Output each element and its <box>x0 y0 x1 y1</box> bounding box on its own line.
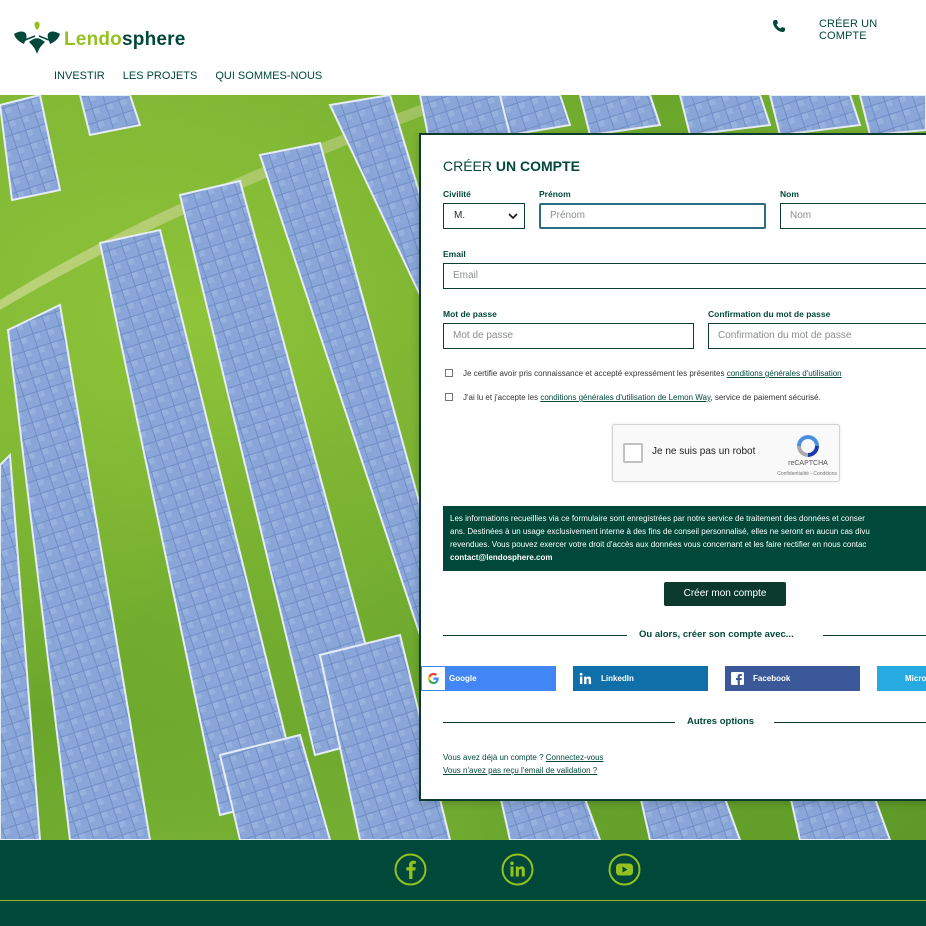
header-create-account-link[interactable]: CRÉER UN COMPTE <box>819 18 926 42</box>
recaptcha-terms-link[interactable]: Confidentialité - Conditions <box>753 471 837 477</box>
privacy-notice-line-3: revendues. Vous pouvez exercer votre dro… <box>450 540 867 549</box>
nav-item-investir[interactable]: INVESTIR <box>54 70 105 82</box>
divider-left <box>443 635 627 636</box>
password-label: Mot de passe <box>443 309 497 319</box>
lemonway-checkbox[interactable] <box>445 393 453 401</box>
nav-item-qui-sommes-nous[interactable]: QUI SOMMES-NOUS <box>215 70 322 82</box>
divider-right-2 <box>774 722 926 723</box>
contact-email[interactable]: contact@lendosphere.com <box>450 553 553 562</box>
privacy-notice-line-2: ans. Destinées à un usage exclusivement … <box>450 527 870 536</box>
login-prompt: Vous avez déjà un compte ? Connectez-vou… <box>443 753 604 762</box>
form-title-bold: UN COMPTE <box>495 158 580 174</box>
civility-value: M. <box>454 210 466 221</box>
recaptcha-checkbox[interactable] <box>623 443 643 463</box>
ginkgo-leaf-icon <box>14 21 60 54</box>
recaptcha-widget: Je ne suis pas un robot reCAPTCHA Confid… <box>612 424 840 482</box>
recaptcha-logo-icon <box>797 435 819 457</box>
facebook-button-label: Facebook <box>753 674 791 683</box>
google-icon <box>427 672 439 685</box>
logo-text-sphere: sphere <box>122 29 186 50</box>
facebook-signup-button[interactable]: Facebook <box>725 666 860 691</box>
other-options-text: Autres options <box>687 716 755 727</box>
footer-divider <box>0 900 926 901</box>
microsoft-button-label: Micro <box>905 674 926 683</box>
main-nav: INVESTIR LES PROJETS QUI SOMMES-NOUS <box>54 70 322 82</box>
google-signup-button[interactable]: Google <box>421 666 556 691</box>
lemonway-consent-row: J'ai lu et j'accepte les conditions géné… <box>445 393 821 402</box>
recaptcha-label: Je ne suis pas un robot <box>652 446 756 457</box>
nav-item-projets[interactable]: LES PROJETS <box>123 70 198 82</box>
confirm-password-input[interactable]: Confirmation du mot de passe <box>708 323 926 349</box>
lastname-input[interactable]: Nom <box>780 203 926 229</box>
firstname-label: Prénom <box>539 189 571 199</box>
already-account-text: Vous avez déjà un compte ? <box>443 753 546 762</box>
cgu-text: Je certifie avoir pris connaissance et a… <box>463 369 727 378</box>
phone-icon[interactable] <box>772 19 786 33</box>
password-input[interactable]: Mot de passe <box>443 323 694 349</box>
microsoft-signup-button[interactable]: Micro <box>877 666 926 691</box>
linkedin-button-label: LinkedIn <box>601 674 634 683</box>
linkedin-icon <box>579 672 592 685</box>
login-link[interactable]: Connectez-vous <box>546 753 604 762</box>
lastname-label: Nom <box>780 189 799 199</box>
create-account-button[interactable]: Créer mon compte <box>664 582 786 606</box>
privacy-notice: Les informations recueillies via ce form… <box>443 506 926 571</box>
lemonway-text: J'ai lu et j'accepte les <box>463 393 541 402</box>
lendosphere-logo[interactable]: Lendosphere <box>14 20 186 56</box>
signup-form-card: CRÉER UN COMPTE Civilité M. Prénom Préno… <box>419 133 926 801</box>
form-title-light: CRÉER <box>443 158 496 174</box>
site-header: Lendosphere CRÉER UN COMPTE INVESTIR LES… <box>0 0 926 95</box>
linkedin-signup-button[interactable]: LinkedIn <box>573 666 708 691</box>
email-input[interactable]: Email <box>443 263 926 289</box>
divider-right <box>823 635 926 636</box>
or-social-text: Ou alors, créer son compte avec... <box>639 629 794 640</box>
facebook-icon[interactable] <box>394 853 427 886</box>
site-footer <box>0 840 926 926</box>
chevron-down-icon <box>508 213 518 220</box>
resend-validation-link[interactable]: Vous n'avez pas reçu l'email de validati… <box>443 766 597 775</box>
confirm-password-label: Confirmation du mot de passe <box>708 309 831 319</box>
lemonway-link[interactable]: conditions générales d'utilisation de Le… <box>540 393 710 402</box>
linkedin-icon[interactable] <box>501 853 534 886</box>
cgu-checkbox[interactable] <box>445 369 453 377</box>
lemonway-text-end: , service de paiement sécurisé. <box>710 393 821 402</box>
cgu-link[interactable]: conditions générales d'utilisation <box>727 369 842 378</box>
form-title: CRÉER UN COMPTE <box>443 158 580 174</box>
google-button-label: Google <box>449 674 477 683</box>
civility-select[interactable]: M. <box>443 203 525 229</box>
facebook-icon <box>731 672 744 685</box>
civility-label: Civilité <box>443 189 471 199</box>
logo-text-lendo: Lendo <box>64 29 122 50</box>
recaptcha-brand: reCAPTCHA <box>788 460 828 467</box>
cgu-consent-row: Je certifie avoir pris connaissance et a… <box>445 369 842 378</box>
privacy-notice-line-1: Les informations recueillies via ce form… <box>450 514 865 523</box>
firstname-input[interactable]: Prénom <box>539 203 766 229</box>
email-label: Email <box>443 249 466 259</box>
divider-left-2 <box>443 722 675 723</box>
youtube-icon[interactable] <box>608 853 641 886</box>
